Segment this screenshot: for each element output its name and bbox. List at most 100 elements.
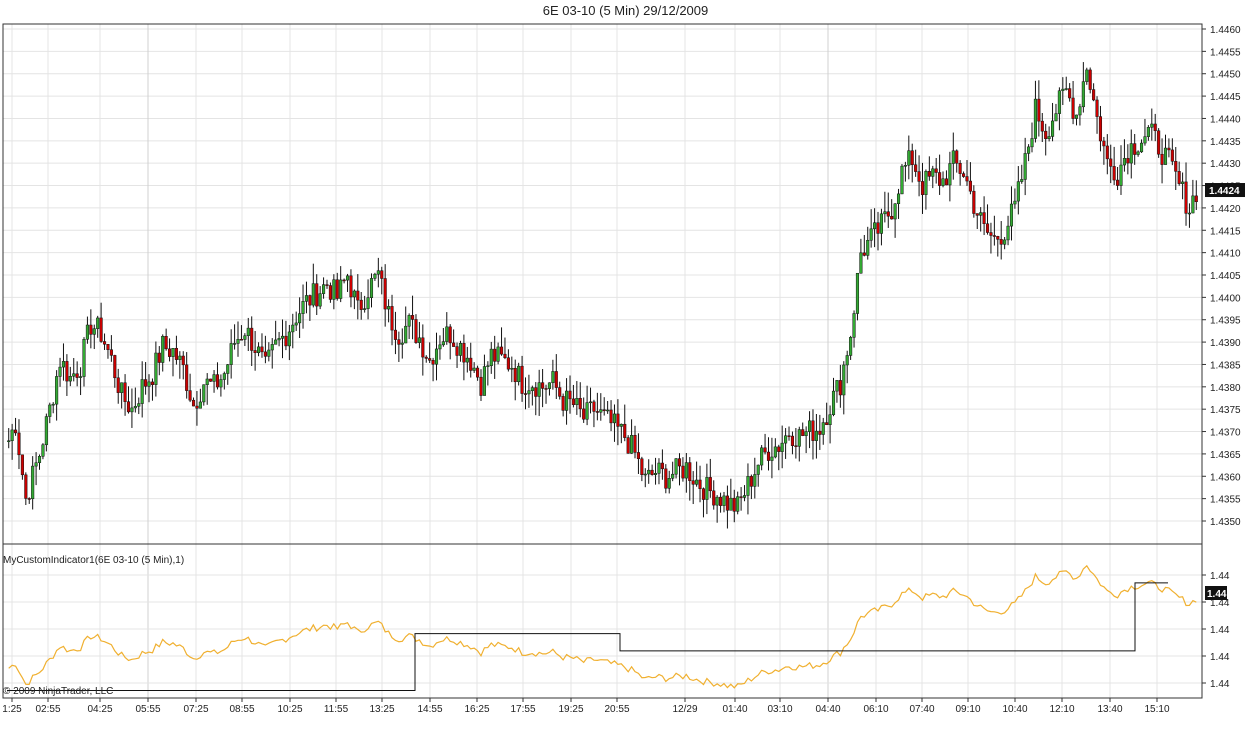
candle-body xyxy=(1092,89,1096,101)
candle-body xyxy=(65,361,69,382)
candle-body xyxy=(619,423,623,427)
candle-body xyxy=(1143,136,1147,144)
candle-body xyxy=(376,270,380,275)
candle-body xyxy=(452,342,456,347)
candle-body xyxy=(120,382,124,393)
candle-body xyxy=(37,456,42,463)
candle-body xyxy=(51,403,55,406)
candle-body xyxy=(784,435,788,444)
candle-body xyxy=(873,222,877,230)
candle-body xyxy=(1163,147,1168,165)
time-axis-label: 11:55 xyxy=(324,704,349,715)
candle-body xyxy=(10,429,14,441)
candle-body xyxy=(431,360,435,365)
candle-body xyxy=(469,357,473,371)
candle-body xyxy=(1016,181,1020,202)
candle-body xyxy=(582,408,586,420)
candle-body xyxy=(55,376,59,405)
candle-body xyxy=(479,376,483,396)
candle-body xyxy=(34,462,38,467)
price-axis-label: 1.4420 xyxy=(1210,204,1241,215)
candle-body xyxy=(934,168,938,173)
candle-body xyxy=(61,361,66,368)
candle-body xyxy=(599,409,603,413)
indicator-axis-label: 1.44 xyxy=(1210,652,1230,663)
candle-body xyxy=(1157,130,1161,155)
candle-body xyxy=(171,348,175,357)
indicator-axis-label: 1.44 xyxy=(1210,625,1230,636)
candle-body xyxy=(424,356,428,359)
candle-body xyxy=(1102,140,1106,147)
price-panel-frame[interactable] xyxy=(2,23,1203,545)
time-axis-label: 09:10 xyxy=(955,704,980,715)
candle-body xyxy=(962,173,966,177)
candle-body xyxy=(1129,143,1133,164)
price-axis-label: 1.4375 xyxy=(1210,405,1241,416)
candle-body xyxy=(465,357,469,363)
candle-body xyxy=(1194,195,1198,202)
time-axis-label: 07:40 xyxy=(909,704,934,715)
candle-body xyxy=(547,382,552,389)
candle-body xyxy=(1054,113,1058,122)
candle-body xyxy=(191,399,196,407)
candle-body xyxy=(879,213,883,234)
candle-body xyxy=(1027,146,1031,154)
candle-body xyxy=(968,180,972,192)
time-axis-label: 10:40 xyxy=(1002,704,1027,715)
candle-body xyxy=(458,342,463,356)
candle-body xyxy=(804,431,808,436)
copyright-text: © 2009 NinjaTrader, LLC xyxy=(3,686,114,697)
candle-body xyxy=(763,447,767,453)
candle-body xyxy=(1095,99,1099,117)
candle-body xyxy=(99,317,103,342)
candle-body xyxy=(369,278,374,298)
price-axis-label: 1.4370 xyxy=(1210,428,1241,439)
candle-body xyxy=(328,285,332,300)
chart-canvas[interactable]: 1.4460 1.4455 1.4450 1.4445 1.4440 1.4435 1.44… xyxy=(0,0,1251,735)
candle-body xyxy=(168,348,172,357)
indicator-panel-frame[interactable] xyxy=(2,543,1203,699)
candle-body xyxy=(818,430,822,435)
time-axis-label: 01:40 xyxy=(722,704,747,715)
candle-body xyxy=(780,442,784,452)
indicator-axis-label: 1.44 xyxy=(1210,571,1230,582)
candle-body xyxy=(404,325,408,344)
candle-body xyxy=(390,306,394,331)
candle-body xyxy=(496,346,500,362)
candle-body xyxy=(397,339,401,345)
time-axis-label: 14:55 xyxy=(417,704,442,715)
candle-body xyxy=(958,162,962,174)
price-axis-label: 1.4350 xyxy=(1210,517,1241,528)
candle-body xyxy=(900,165,904,195)
candle-body xyxy=(667,478,671,489)
candle-body xyxy=(1174,161,1178,172)
candle-body xyxy=(414,319,418,343)
time-axis-label: 13:40 xyxy=(1097,704,1122,715)
candle-body xyxy=(790,435,794,446)
candle-body xyxy=(742,495,747,498)
candle-body xyxy=(691,480,695,485)
candle-body xyxy=(643,473,647,476)
candle-body xyxy=(205,378,209,385)
candle-body xyxy=(688,462,692,481)
price-axis-label: 1.4395 xyxy=(1210,316,1241,327)
candle-body xyxy=(907,150,911,166)
price-axis-label: 1.4415 xyxy=(1210,226,1241,237)
price-axis-label: 1.4360 xyxy=(1210,472,1241,483)
candle-body xyxy=(1074,114,1079,119)
price-axis-label: 1.4385 xyxy=(1210,360,1241,371)
price-axis-label: 1.4430 xyxy=(1210,159,1241,170)
candle-body xyxy=(322,284,326,294)
candle-body xyxy=(985,223,990,233)
time-axis-label: 05:55 xyxy=(135,704,160,715)
candle-body xyxy=(393,329,397,340)
candle-body xyxy=(729,497,733,511)
candle-body xyxy=(852,313,856,338)
candle-body xyxy=(243,335,247,340)
candle-body xyxy=(1009,203,1014,227)
candle-body xyxy=(380,270,384,279)
candle-body xyxy=(746,476,750,496)
candle-body xyxy=(92,328,96,335)
candle-body xyxy=(31,465,35,500)
candle-body xyxy=(794,445,798,447)
